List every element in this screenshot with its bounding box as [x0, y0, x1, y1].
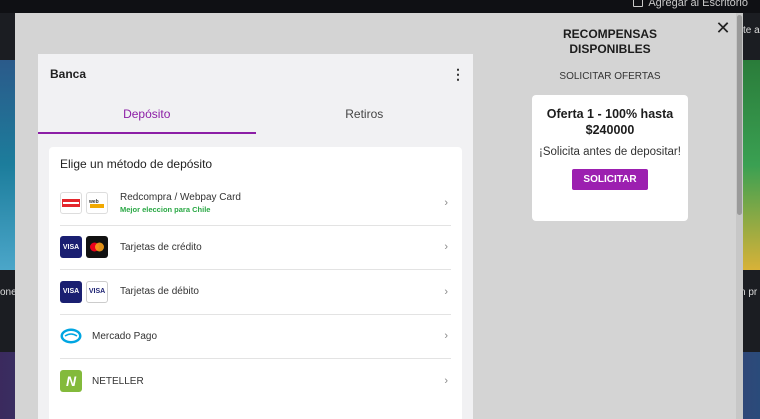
request-offer-button[interactable]: SOLICITAR: [572, 169, 648, 190]
visa-logo: VISA: [60, 280, 82, 303]
method-name: NETELLER: [92, 375, 144, 387]
method-redcompra-webpay[interactable]: web Redcompra / Webpay Card Mejor elecci…: [60, 181, 451, 226]
more-options-icon[interactable]: ⋮: [451, 66, 465, 83]
visa-debit-logo: VISA: [86, 280, 108, 303]
background-chat-label: te a: [743, 25, 760, 36]
mastercard-logo: [86, 236, 108, 259]
chevron-right-icon: ›: [444, 196, 448, 209]
background-game-label-right: n pr: [740, 287, 758, 298]
deposit-methods-list: Elige un método de depósito web Redcompr…: [49, 147, 462, 419]
method-mercado-pago[interactable]: Mercado Pago ›: [60, 315, 451, 359]
scrollbar-thumb[interactable]: [737, 15, 742, 215]
background-game-tile-left: [0, 60, 15, 270]
banca-tabs: Depósito Retiros: [38, 94, 473, 134]
method-name: Redcompra / Webpay Card: [120, 191, 241, 203]
tab-deposito[interactable]: Depósito: [38, 94, 256, 134]
chevron-right-icon: ›: [444, 375, 448, 388]
method-name: Tarjetas de crédito: [120, 241, 202, 253]
mercado-pago-logo: [60, 325, 82, 348]
method-debit-cards[interactable]: VISA VISA Tarjetas de débito ›: [60, 270, 451, 315]
banca-title: Banca: [50, 67, 87, 81]
visa-logo: VISA: [60, 236, 82, 259]
method-name: Tarjetas de débito: [120, 286, 199, 298]
close-icon[interactable]: ✕: [715, 19, 731, 37]
redcompra-logo: [60, 191, 82, 214]
background-game-tile-right: [743, 60, 760, 270]
webpay-logo: web: [86, 191, 108, 214]
site-topbar: Agregar al Escritorio: [0, 0, 760, 13]
method-name: Mercado Pago: [92, 330, 158, 342]
offer-note: ¡Solicita antes de depositar!: [539, 146, 681, 158]
background-game-label-left: one: [0, 287, 15, 298]
chevron-right-icon: ›: [444, 285, 448, 298]
request-offers-link[interactable]: SOLICITAR OFERTAS: [545, 71, 675, 82]
chevron-right-icon: ›: [444, 241, 448, 254]
banca-header: Banca ⋮: [38, 54, 473, 94]
deposit-modal: ✕ Banca ⋮ Depósito Retiros Elige un méto…: [15, 13, 743, 419]
method-recommendation: Mejor eleccion para Chile: [120, 204, 211, 214]
methods-heading: Elige un método de depósito: [60, 157, 213, 171]
offer-title: Oferta 1 - 100% hasta $240000: [546, 107, 674, 137]
tab-retiros[interactable]: Retiros: [256, 94, 474, 134]
modal-scrollbar[interactable]: [736, 13, 743, 419]
monitor-icon: [633, 0, 644, 7]
neteller-logo: N: [60, 370, 82, 393]
chevron-right-icon: ›: [444, 330, 448, 343]
add-to-desktop-label: Agregar al Escritorio: [648, 0, 748, 9]
method-credit-cards[interactable]: VISA Tarjetas de crédito ›: [60, 226, 451, 270]
method-neteller[interactable]: N NETELLER ›: [60, 359, 451, 404]
offer-card: Oferta 1 - 100% hasta $240000 ¡Solicita …: [532, 95, 688, 221]
add-to-desktop-link[interactable]: Agregar al Escritorio: [633, 0, 748, 9]
rewards-title: RECOMPENSAS DISPONIBLES: [562, 27, 657, 56]
banca-panel: Banca ⋮ Depósito Retiros Elige un método…: [38, 54, 473, 419]
